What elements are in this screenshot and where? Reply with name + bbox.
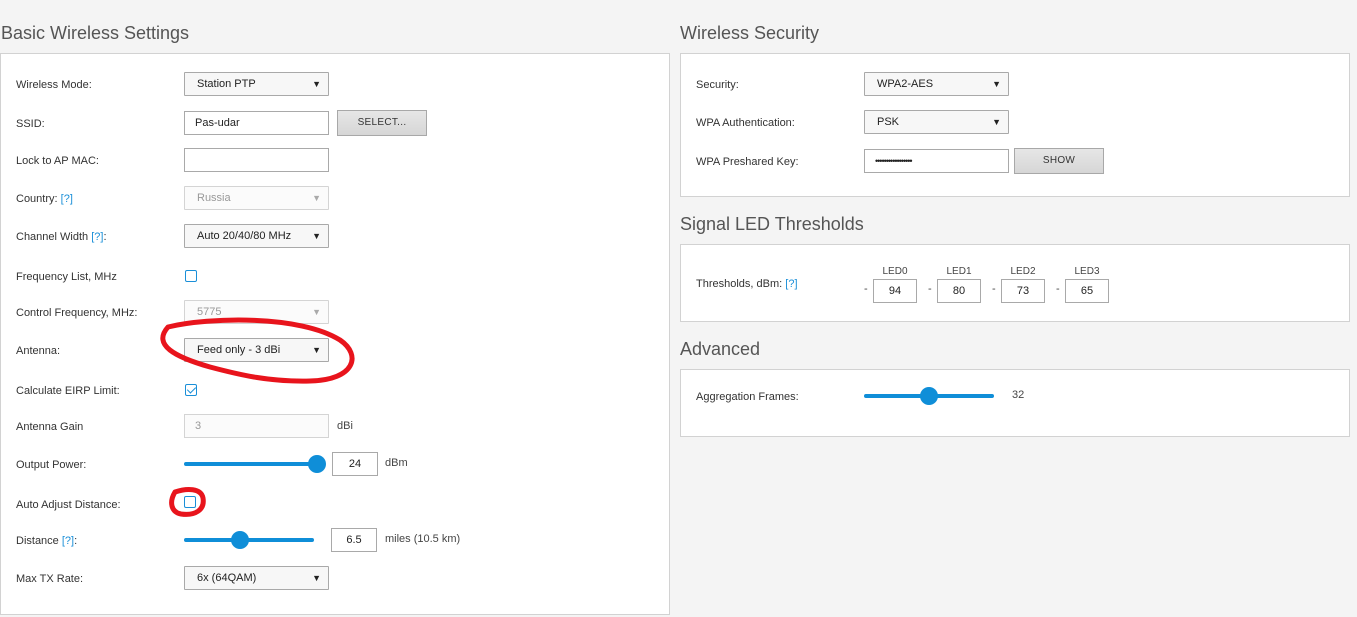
ssid-input[interactable]: Pas-udar [184, 111, 329, 135]
channel-width-value: Auto 20/40/80 MHz [197, 230, 292, 242]
distance-input[interactable]: 6.5 [331, 528, 377, 552]
distance-unit: miles (10.5 km) [385, 533, 461, 545]
output-power-slider-handle[interactable] [308, 455, 326, 473]
ssid-label: SSID: [16, 118, 45, 130]
distance-label-text: Distance [16, 535, 59, 547]
thresholds-help-link[interactable]: [?] [785, 278, 797, 290]
chevron-down-icon: ▼ [992, 79, 1001, 89]
lock-mac-label: Lock to AP MAC: [16, 155, 99, 167]
distance-slider-handle[interactable] [231, 531, 250, 549]
chevron-down-icon: ▼ [312, 307, 321, 317]
channel-width-label-text: Channel Width [16, 231, 89, 243]
led3-dash: - [1056, 283, 1060, 295]
wpa-auth-label: WPA Authentication: [696, 117, 795, 129]
country-value: Russia [197, 192, 231, 204]
led0-dash: - [864, 283, 868, 295]
auto-distance-checkbox[interactable] [184, 496, 196, 508]
basic-wireless-title: Basic Wireless Settings [1, 23, 190, 43]
led0-label: LED0 [882, 266, 908, 277]
channel-width-select[interactable]: Auto 20/40/80 MHz ▼ [184, 224, 329, 248]
chevron-down-icon: ▼ [312, 345, 321, 355]
output-power-input[interactable]: 24 [332, 452, 378, 476]
psk-input[interactable]: ••••••••••••••••• [864, 149, 1009, 173]
output-power-unit: dBm [385, 457, 408, 469]
chevron-down-icon: ▼ [312, 573, 321, 583]
calc-eirp-checkbox[interactable] [185, 384, 197, 396]
wireless-mode-select[interactable]: Station PTP ▼ [184, 72, 329, 96]
channel-width-help-link[interactable]: [?] [91, 231, 103, 243]
aggregation-value: 32 [1012, 389, 1025, 401]
country-label: Country: [?] [16, 192, 73, 206]
led2-label: LED2 [1010, 266, 1036, 277]
ssid-select-button[interactable]: SELECT... [337, 110, 427, 136]
chevron-down-icon: ▼ [312, 231, 321, 241]
antenna-gain-input[interactable]: 3 [184, 414, 329, 438]
antenna-value: Feed only - 3 dBi [197, 344, 281, 356]
distance-help-link[interactable]: [?] [62, 535, 74, 547]
chevron-down-icon: ▼ [312, 79, 321, 89]
max-tx-select[interactable]: 6x (64QAM) ▼ [184, 566, 329, 590]
chevron-down-icon: ▼ [992, 117, 1001, 127]
led1-label: LED1 [946, 266, 972, 277]
output-power-slider[interactable] [184, 462, 316, 466]
wireless-mode-value: Station PTP [197, 78, 256, 90]
psk-show-button[interactable]: SHOW [1014, 148, 1104, 174]
country-select[interactable]: Russia ▼ [184, 186, 329, 210]
psk-label: WPA Preshared Key: [696, 156, 799, 168]
led-thresholds-title: Signal LED Thresholds [680, 214, 864, 234]
channel-width-label: Channel Width [?]: [16, 230, 107, 244]
auto-distance-label: Auto Adjust Distance: [16, 499, 121, 511]
aggregation-slider-handle[interactable] [920, 387, 938, 405]
antenna-label: Antenna: [16, 345, 61, 357]
output-power-label: Output Power: [16, 459, 87, 471]
security-select[interactable]: WPA2-AES ▼ [864, 72, 1009, 96]
advanced-title: Advanced [680, 339, 761, 359]
country-help-link[interactable]: [?] [61, 193, 73, 205]
led2-input[interactable]: 73 [1001, 279, 1045, 303]
freq-list-checkbox[interactable] [185, 270, 197, 282]
led0-input[interactable]: 94 [873, 279, 917, 303]
calc-eirp-label: Calculate EIRP Limit: [16, 385, 120, 397]
wpa-auth-value: PSK [877, 116, 900, 128]
led1-input[interactable]: 80 [937, 279, 981, 303]
aggregation-label: Aggregation Frames: [696, 391, 799, 403]
chevron-down-icon: ▼ [312, 193, 321, 203]
wireless-security-title: Wireless Security [680, 23, 820, 43]
antenna-select[interactable]: Feed only - 3 dBi ▼ [184, 338, 329, 362]
led2-dash: - [992, 283, 996, 295]
led1-dash: - [928, 283, 932, 295]
led3-label: LED3 [1074, 266, 1100, 277]
control-freq-label: Control Frequency, MHz: [16, 307, 138, 319]
led3-input[interactable]: 65 [1065, 279, 1109, 303]
control-freq-value: 5775 [197, 306, 222, 318]
thresholds-label: Thresholds, dBm: [?] [696, 277, 798, 291]
distance-colon: : [74, 535, 78, 547]
freq-list-label: Frequency List, MHz [16, 271, 117, 283]
security-value: WPA2-AES [877, 78, 934, 90]
distance-label: Distance [?]: [16, 534, 77, 548]
antenna-gain-label: Antenna Gain [16, 421, 84, 433]
wpa-auth-select[interactable]: PSK ▼ [864, 110, 1009, 134]
lock-mac-input[interactable] [184, 148, 329, 172]
security-label: Security: [696, 79, 739, 91]
wireless-mode-label: Wireless Mode: [16, 79, 92, 91]
channel-width-colon: : [103, 231, 107, 243]
antenna-gain-unit: dBi [337, 420, 353, 432]
thresholds-label-text: Thresholds, dBm: [696, 278, 783, 290]
max-tx-label: Max TX Rate: [16, 573, 84, 585]
max-tx-value: 6x (64QAM) [197, 572, 257, 584]
country-label-text: Country: [16, 193, 58, 205]
control-freq-select[interactable]: 5775 ▼ [184, 300, 329, 324]
